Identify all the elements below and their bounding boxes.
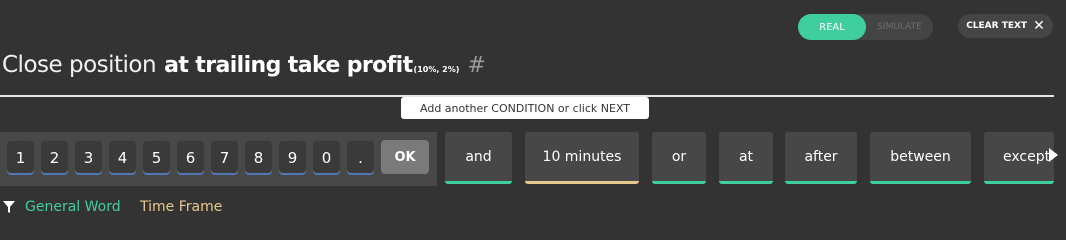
key-dot[interactable]: .: [347, 141, 374, 175]
scroll-right-icon[interactable]: [1049, 148, 1058, 162]
key-7[interactable]: 7: [211, 141, 238, 175]
mode-simulate-option[interactable]: SIMULATE: [866, 14, 933, 40]
condition-sentence: Close position at trailing take profit (…: [2, 52, 486, 86]
filter-icon[interactable]: [3, 201, 15, 213]
key-0[interactable]: 0: [313, 141, 340, 175]
clear-text-button[interactable]: CLEAR TEXT ✕: [958, 14, 1053, 38]
sentence-prefix: Close position: [2, 52, 157, 78]
mode-real-option[interactable]: REAL: [798, 14, 866, 40]
chip-or[interactable]: or: [652, 132, 706, 184]
numeric-keypad: 1 2 3 4 5 6 7 8 9 0 . OK: [0, 132, 437, 186]
key-5[interactable]: 5: [143, 141, 170, 175]
chip-between[interactable]: between: [870, 132, 971, 184]
sentence-condition[interactable]: at trailing take profit: [164, 53, 413, 78]
key-4[interactable]: 4: [109, 141, 136, 175]
chip-after[interactable]: after: [785, 132, 857, 184]
key-9[interactable]: 9: [279, 141, 306, 175]
chip-and[interactable]: and: [445, 132, 512, 184]
clear-text-label: CLEAR TEXT: [966, 21, 1028, 31]
hash-icon[interactable]: #: [467, 53, 485, 78]
key-3[interactable]: 3: [75, 141, 102, 175]
ok-button[interactable]: OK: [381, 140, 429, 174]
filter-general-word[interactable]: General Word: [25, 199, 121, 215]
key-6[interactable]: 6: [177, 141, 204, 175]
chip-at[interactable]: at: [719, 132, 773, 184]
chip-except[interactable]: except: [984, 132, 1054, 184]
key-8[interactable]: 8: [245, 141, 272, 175]
filter-time-frame[interactable]: Time Frame: [140, 199, 222, 215]
close-icon: ✕: [1033, 18, 1045, 34]
key-1[interactable]: 1: [7, 141, 34, 175]
key-2[interactable]: 2: [41, 141, 68, 175]
sentence-params[interactable]: (10%, 2%): [414, 65, 460, 74]
chip-10-minutes[interactable]: 10 minutes: [525, 132, 639, 184]
hint-tooltip: Add another CONDITION or click NEXT: [401, 97, 649, 119]
mode-toggle[interactable]: REAL SIMULATE: [798, 14, 933, 40]
